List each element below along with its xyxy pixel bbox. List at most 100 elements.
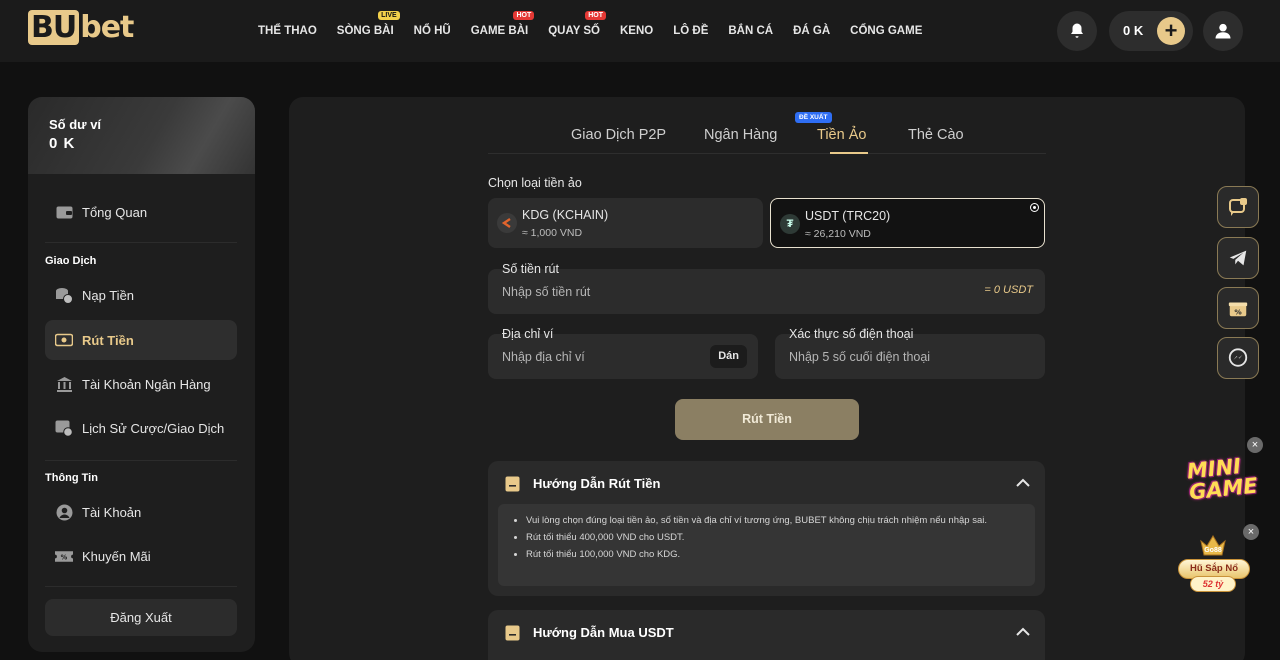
kdg-coin-icon bbox=[497, 213, 517, 233]
payment-tabs: ĐỀ XUẤT Giao Dịch P2P Ngân Hàng Tiền Ảo … bbox=[488, 97, 1046, 154]
divider bbox=[45, 242, 237, 243]
coin-option-kdg[interactable]: KDG (KCHAIN) ≈ 1,000 VND bbox=[488, 198, 763, 248]
wallet-label: Số dư ví bbox=[49, 117, 102, 132]
nav-da-ga[interactable]: ĐÁ GÀ bbox=[793, 25, 830, 37]
telegram-button[interactable] bbox=[1217, 237, 1259, 279]
nav-the-thao[interactable]: THỂ THAO bbox=[258, 25, 317, 37]
tab-card[interactable]: Thẻ Cào bbox=[908, 127, 964, 143]
amount-field: Số tiền rút = 0 USDT bbox=[488, 262, 1045, 314]
sidebar-item-history[interactable]: Lịch Sử Cược/Giao Dịch bbox=[45, 408, 237, 448]
sidebar-item-bank-account[interactable]: Tài Khoản Ngân Hàng bbox=[45, 364, 237, 404]
sidebar-item-deposit[interactable]: Nạp Tiền bbox=[45, 275, 237, 315]
guide-title: Hướng Dẫn Rút Tiền bbox=[533, 476, 661, 491]
deposit-plus-button[interactable]: + bbox=[1157, 17, 1185, 45]
tab-crypto[interactable]: Tiền Ảo bbox=[817, 127, 866, 143]
top-header: BU bet THỂ THAO SÒNG BÀI LIVE NỔ HŨ GAME B… bbox=[0, 0, 1280, 62]
main-nav: THỂ THAO SÒNG BÀI LIVE NỔ HŨ GAME BÀI HOT … bbox=[248, 0, 932, 62]
nav-cong-game[interactable]: CỔNG GAME bbox=[850, 25, 922, 37]
promo-gift-button[interactable]: % bbox=[1217, 287, 1259, 329]
coin-name: USDT (TRC20) bbox=[805, 209, 891, 223]
nav-quay-so[interactable]: QUAY SỐ HOT bbox=[548, 11, 606, 37]
wallet-balance: 0 K bbox=[49, 135, 76, 152]
amount-conversion: = 0 USDT bbox=[984, 284, 1033, 296]
bank-icon bbox=[55, 375, 73, 393]
nav-game-bai[interactable]: GAME BÀI HOT bbox=[471, 11, 535, 37]
coin-name: KDG (KCHAIN) bbox=[522, 208, 609, 222]
nav-keno[interactable]: KENO bbox=[620, 25, 653, 37]
wallet-address-input[interactable] bbox=[502, 334, 691, 379]
nav-lo-de[interactable]: LÔ ĐỀ bbox=[673, 25, 708, 37]
phone-verify-input[interactable] bbox=[789, 334, 978, 379]
coin-option-usdt[interactable]: ₮ USDT (TRC20) ≈ 26,210 VND bbox=[770, 198, 1045, 248]
document-icon bbox=[505, 476, 520, 492]
coin-rate: ≈ 26,210 VND bbox=[805, 228, 871, 240]
nav-ban-ca[interactable]: BẮN CÁ bbox=[728, 25, 773, 37]
jackpot-widget[interactable]: Go88 Hũ Sắp Nổ 52 tỷ bbox=[1174, 527, 1252, 597]
support-chat-button[interactable] bbox=[1217, 186, 1259, 228]
mini-game-logo: MINI GAME bbox=[1185, 454, 1259, 505]
amount-input[interactable] bbox=[502, 269, 892, 314]
hot-badge: HOT bbox=[513, 11, 535, 20]
svg-text:%: % bbox=[61, 553, 68, 561]
document-icon bbox=[505, 625, 520, 641]
notification-button[interactable] bbox=[1057, 11, 1097, 51]
tether-icon: ₮ bbox=[780, 214, 800, 234]
chevron-up-icon[interactable] bbox=[1015, 476, 1031, 488]
coin-rate: ≈ 1,000 VND bbox=[522, 227, 583, 239]
guide-title: Hướng Dẫn Mua USDT bbox=[533, 625, 674, 640]
jackpot-amount: 52 tỷ bbox=[1190, 576, 1236, 592]
choose-crypto-label: Chọn loại tiền ảo bbox=[488, 176, 582, 190]
tab-bank[interactable]: Ngân Hàng bbox=[704, 127, 777, 143]
gift-icon: % bbox=[1228, 302, 1248, 316]
messenger-icon bbox=[1228, 348, 1248, 367]
sidebar-item-overview[interactable]: Tổng Quan bbox=[45, 192, 237, 232]
jackpot-brand: Go88 bbox=[1204, 547, 1222, 554]
account-icon bbox=[55, 503, 73, 521]
messenger-button[interactable] bbox=[1217, 337, 1259, 379]
guide-header[interactable]: Hướng Dẫn Rút Tiền bbox=[488, 461, 1045, 505]
coins-icon bbox=[55, 286, 73, 304]
telegram-icon bbox=[1229, 250, 1247, 266]
withdraw-submit-button[interactable]: Rút Tiền bbox=[675, 399, 859, 440]
svg-text:%: % bbox=[1234, 307, 1242, 316]
nav-no-hu[interactable]: NỔ HŨ bbox=[414, 25, 451, 37]
bubet-logo[interactable]: BU bet bbox=[28, 10, 134, 45]
phone-field: Xác thực số điện thoại bbox=[775, 327, 1045, 379]
sidebar-item-withdraw[interactable]: Rút Tiền bbox=[45, 320, 237, 360]
withdraw-guide: Hướng Dẫn Rút Tiền Vui lòng chọn đúng lo… bbox=[488, 461, 1045, 596]
bell-icon bbox=[1071, 23, 1083, 38]
balance-pill: 0 K + bbox=[1109, 11, 1193, 51]
recommended-badge: ĐỀ XUẤT bbox=[795, 112, 832, 123]
user-icon bbox=[1215, 23, 1231, 39]
guide-content: Vui lòng chọn đúng loại tiền ảo, số tiền… bbox=[498, 504, 1035, 586]
paste-button[interactable]: Dán bbox=[710, 345, 747, 368]
account-sidebar: Số dư ví 0 K Tổng Quan Giao Dịch Nạp Tiề… bbox=[28, 97, 255, 652]
cash-icon bbox=[55, 331, 73, 349]
guide-item: Rút tối thiểu 100,000 VND cho KDG. bbox=[526, 548, 1023, 561]
section-transactions: Giao Dịch bbox=[45, 255, 97, 267]
nav-song-bai[interactable]: SÒNG BÀI LIVE bbox=[337, 11, 400, 37]
jackpot-pot-icon bbox=[1200, 535, 1226, 556]
guide-item: Vui lòng chọn đúng loại tiền ảo, số tiền… bbox=[526, 514, 1023, 527]
active-tab-indicator bbox=[830, 152, 868, 154]
sidebar-item-promotions[interactable]: % Khuyến Mãi bbox=[45, 536, 237, 576]
header-balance: 0 K bbox=[1123, 23, 1144, 38]
mini-game-widget[interactable]: MINI GAME bbox=[1186, 446, 1268, 516]
wallet-card: Số dư ví 0 K bbox=[28, 97, 255, 174]
logout-button[interactable]: Đăng Xuất bbox=[45, 599, 237, 636]
guide-item: Rút tối thiểu 400,000 VND cho USDT. bbox=[526, 531, 1023, 544]
guide-header[interactable]: Hướng Dẫn Mua USDT bbox=[488, 610, 1045, 654]
history-icon bbox=[55, 419, 73, 437]
wallet-icon bbox=[55, 203, 73, 221]
selected-radio-icon bbox=[1030, 203, 1039, 212]
divider bbox=[45, 460, 237, 461]
withdraw-panel: ĐỀ XUẤT Giao Dịch P2P Ngân Hàng Tiền Ảo … bbox=[289, 97, 1245, 660]
chevron-up-icon[interactable] bbox=[1015, 625, 1031, 637]
buy-usdt-guide: Hướng Dẫn Mua USDT bbox=[488, 610, 1045, 660]
profile-button[interactable] bbox=[1203, 11, 1243, 51]
divider bbox=[45, 586, 237, 587]
address-field: Địa chỉ ví Dán bbox=[488, 327, 758, 379]
sidebar-item-account[interactable]: Tài Khoản bbox=[45, 492, 237, 532]
tab-p2p[interactable]: Giao Dịch P2P bbox=[571, 127, 666, 143]
chat-support-icon bbox=[1229, 198, 1247, 216]
